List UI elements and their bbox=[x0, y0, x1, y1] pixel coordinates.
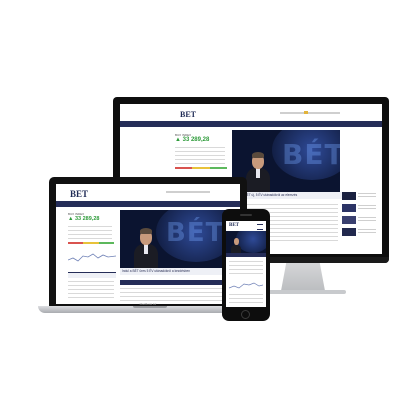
phone-home-button[interactable] bbox=[241, 310, 250, 319]
phone-caption[interactable] bbox=[226, 253, 266, 257]
laptop-notch bbox=[133, 306, 167, 308]
phone-screen: BET bbox=[226, 221, 266, 307]
laptop-brand: MacBook Air bbox=[139, 302, 157, 306]
laptop-section-header[interactable] bbox=[120, 280, 230, 285]
desktop-header-accent bbox=[304, 111, 308, 114]
desktop-logo[interactable]: BET bbox=[180, 110, 196, 119]
desktop-stand bbox=[280, 263, 326, 293]
desktop-stats-lines bbox=[175, 147, 225, 167]
phone-video[interactable] bbox=[226, 231, 266, 253]
laptop-header-links[interactable] bbox=[166, 191, 210, 193]
desktop-index-value: ▲ 33 289,28 bbox=[175, 137, 210, 143]
laptop-video-caption[interactable]: Indul a BÉT üres 5 ÉV utánadókról a kezd… bbox=[120, 268, 230, 275]
desktop-navbar[interactable] bbox=[120, 121, 382, 127]
desktop-header-links[interactable] bbox=[280, 112, 340, 114]
phone-body: BET bbox=[222, 209, 270, 321]
phone-logo[interactable]: BET bbox=[229, 223, 239, 228]
desktop-thumb-text bbox=[358, 217, 376, 223]
laptop-logo[interactable]: BET bbox=[70, 189, 88, 199]
laptop-navbar[interactable] bbox=[56, 201, 240, 207]
phone-menu-icon[interactable] bbox=[257, 224, 263, 230]
desktop-thumb-text bbox=[358, 193, 376, 199]
video-overlay-text: BÉT bbox=[166, 218, 225, 248]
desktop-base bbox=[262, 290, 346, 294]
laptop-table-lines bbox=[68, 281, 114, 301]
laptop-index-value: ▲ 33 289,28 bbox=[68, 216, 100, 222]
laptop-mini-chart bbox=[68, 253, 116, 262]
desktop-thumb[interactable] bbox=[342, 204, 356, 212]
desktop-thumb-text bbox=[358, 205, 376, 211]
desktop-thumb[interactable] bbox=[342, 216, 356, 224]
laptop-trend-bar bbox=[68, 242, 114, 244]
desktop-thumb[interactable] bbox=[342, 228, 356, 236]
laptop-screen: BET BUX INDEX ▲ 33 289,28 BÉT Indul a BÉ… bbox=[56, 184, 240, 304]
laptop-tabs[interactable] bbox=[68, 272, 116, 278]
laptop-stats-lines bbox=[68, 226, 112, 242]
desktop-thumb-text bbox=[358, 229, 376, 235]
laptop-video[interactable]: BÉT bbox=[120, 210, 228, 268]
desktop-thumb[interactable] bbox=[342, 192, 356, 200]
desktop-video-caption[interactable]: Indul a BÉT új, 5 ÉV utánadókról az elem… bbox=[232, 192, 342, 199]
phone-speaker bbox=[240, 214, 252, 216]
laptop-lid: BET BUX INDEX ▲ 33 289,28 BÉT Indul a BÉ… bbox=[49, 177, 247, 307]
desktop-video[interactable]: BÉT bbox=[232, 130, 340, 192]
phone-mini-chart bbox=[229, 282, 263, 289]
phone-body-lines bbox=[229, 261, 263, 277]
video-overlay-text: BÉT bbox=[282, 138, 340, 171]
desktop-trend-bar bbox=[175, 167, 227, 169]
phone-table-lines bbox=[229, 294, 263, 306]
